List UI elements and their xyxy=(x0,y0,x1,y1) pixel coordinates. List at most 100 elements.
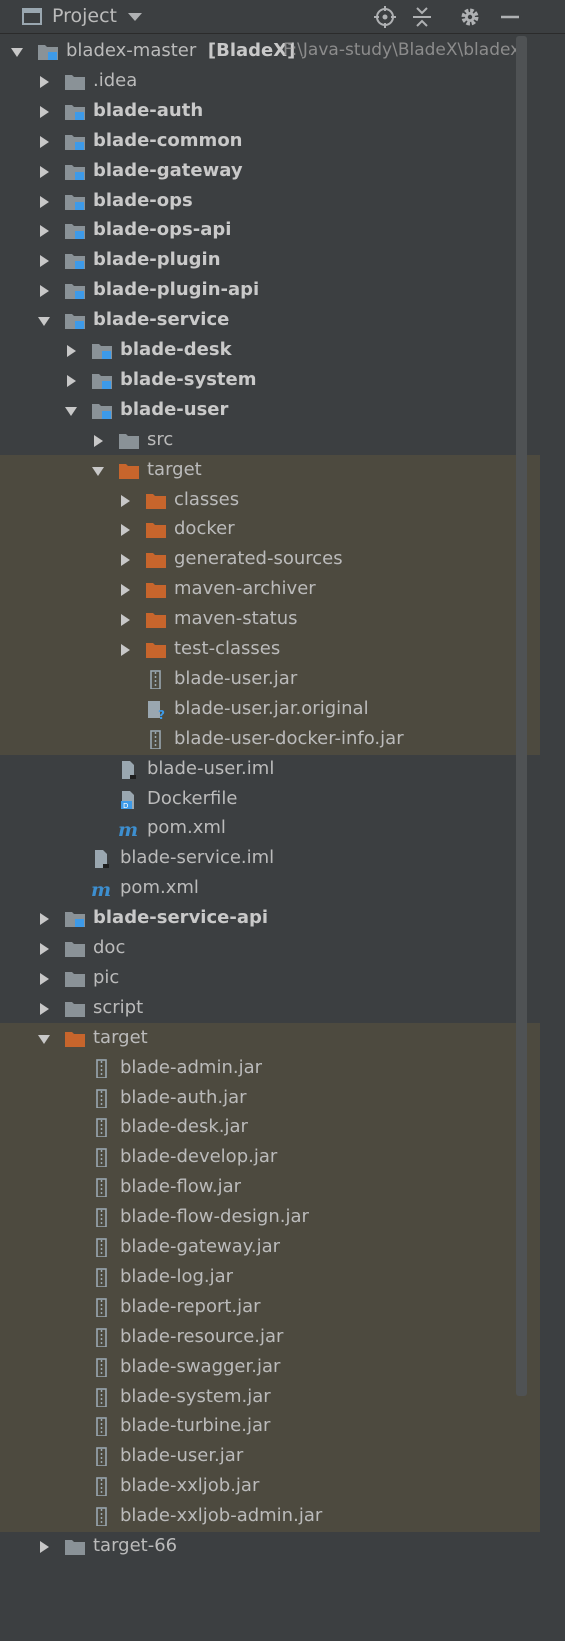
iml-file-icon xyxy=(95,850,109,868)
tree-item[interactable]: generated-sources xyxy=(0,544,540,575)
tree-item[interactable]: target-66 xyxy=(0,1531,540,1562)
tree-item[interactable]: blade-user.iml xyxy=(0,754,540,785)
excluded-folder-icon xyxy=(146,553,166,568)
tree-item[interactable]: blade-swagger.jar xyxy=(0,1352,540,1383)
collapsed-arrow-icon[interactable] xyxy=(40,943,49,955)
jar-file-icon xyxy=(96,1268,107,1287)
folder-icon xyxy=(65,1540,85,1555)
tree-item[interactable]: bladex-master [BladeX] F:\Java-study\Blade… xyxy=(0,36,540,67)
collapsed-arrow-icon[interactable] xyxy=(121,644,130,656)
collapsed-arrow-icon[interactable] xyxy=(40,913,49,925)
tree-item[interactable]: src xyxy=(0,425,540,456)
tree-item[interactable]: blade-admin.jar xyxy=(0,1053,540,1084)
collapse-all-icon[interactable] xyxy=(410,5,434,29)
tree-item[interactable]: script xyxy=(0,993,540,1024)
tree-item[interactable]: target xyxy=(0,1023,540,1054)
panel-title[interactable]: Project xyxy=(52,5,117,27)
tree-item[interactable]: target xyxy=(0,455,540,486)
tree-item[interactable]: blade-gateway.jar xyxy=(0,1232,540,1263)
collapsed-arrow-icon[interactable] xyxy=(40,136,49,148)
minimize-icon[interactable] xyxy=(498,5,522,29)
scrollbar-track[interactable] xyxy=(540,36,565,1641)
collapsed-arrow-icon[interactable] xyxy=(40,1003,49,1015)
tree-item[interactable]: blade-flow.jar xyxy=(0,1172,540,1203)
collapsed-arrow-icon[interactable] xyxy=(121,554,130,566)
project-tree[interactable]: bladex-master [BladeX] F:\Java-study\Blade… xyxy=(0,36,540,1641)
crosshair-icon[interactable] xyxy=(373,5,397,29)
tree-item[interactable]: blade-resource.jar xyxy=(0,1322,540,1353)
tree-item[interactable]: blade-xxljob.jar xyxy=(0,1471,540,1502)
tree-item[interactable]: blade-plugin-api xyxy=(0,275,540,306)
project-window-icon[interactable] xyxy=(22,8,42,25)
collapsed-arrow-icon[interactable] xyxy=(40,285,49,297)
tree-item[interactable]: D Dockerfile xyxy=(0,784,540,815)
tree-item[interactable]: blade-user.jar xyxy=(0,664,540,695)
expanded-arrow-icon[interactable] xyxy=(38,317,50,326)
tree-item[interactable]: blade-gateway xyxy=(0,156,540,187)
tree-item[interactable]: blade-ops xyxy=(0,186,540,217)
tree-item[interactable]: blade-xxljob-admin.jar xyxy=(0,1501,540,1532)
collapsed-arrow-icon[interactable] xyxy=(40,196,49,208)
tree-item[interactable]: blade-report.jar xyxy=(0,1292,540,1323)
collapsed-arrow-icon[interactable] xyxy=(40,973,49,985)
tree-item[interactable]: .idea xyxy=(0,66,540,97)
tree-item[interactable]: blade-develop.jar xyxy=(0,1142,540,1173)
chevron-down-icon[interactable] xyxy=(128,13,142,21)
tree-item[interactable]: pic xyxy=(0,963,540,994)
expanded-arrow-icon[interactable] xyxy=(11,48,23,57)
tree-item[interactable]: ? blade-user.jar.original xyxy=(0,694,540,725)
tree-item[interactable]: doc xyxy=(0,933,540,964)
collapsed-arrow-icon[interactable] xyxy=(121,614,130,626)
tree-item[interactable]: blade-user.jar xyxy=(0,1441,540,1472)
dockerfile-icon: D xyxy=(121,791,134,809)
tree-item[interactable]: blade-system xyxy=(0,365,540,396)
tree-item[interactable]: m pom.xml xyxy=(0,813,540,844)
collapsed-arrow-icon[interactable] xyxy=(40,166,49,178)
tree-item-label: blade-ops xyxy=(93,190,193,211)
tree-item[interactable]: maven-status xyxy=(0,604,540,635)
tree-item[interactable]: maven-archiver xyxy=(0,574,540,605)
tree-item[interactable]: blade-turbine.jar xyxy=(0,1411,540,1442)
tree-item[interactable]: blade-flow-design.jar xyxy=(0,1202,540,1233)
collapsed-arrow-icon[interactable] xyxy=(67,375,76,387)
collapsed-arrow-icon[interactable] xyxy=(40,76,49,88)
tree-item[interactable]: test-classes xyxy=(0,634,540,665)
module-folder-icon xyxy=(65,912,85,927)
collapsed-arrow-icon[interactable] xyxy=(40,1541,49,1553)
gear-icon[interactable] xyxy=(458,5,482,29)
tree-item[interactable]: blade-plugin xyxy=(0,245,540,276)
scrollbar-thumb[interactable] xyxy=(516,36,527,1396)
collapsed-arrow-icon[interactable] xyxy=(67,345,76,357)
collapsed-arrow-icon[interactable] xyxy=(121,524,130,536)
collapsed-arrow-icon[interactable] xyxy=(94,435,103,447)
tree-item[interactable]: blade-auth xyxy=(0,96,540,127)
collapsed-arrow-icon[interactable] xyxy=(40,225,49,237)
expanded-arrow-icon[interactable] xyxy=(92,467,104,476)
tree-item[interactable]: blade-auth.jar xyxy=(0,1083,540,1114)
tree-item[interactable]: blade-common xyxy=(0,126,540,157)
tree-item[interactable]: blade-log.jar xyxy=(0,1262,540,1293)
maven-pom-icon: m xyxy=(118,819,138,838)
collapsed-arrow-icon[interactable] xyxy=(40,106,49,118)
expanded-arrow-icon[interactable] xyxy=(65,407,77,416)
tree-item[interactable]: blade-desk xyxy=(0,335,540,366)
tree-item[interactable]: blade-user xyxy=(0,395,540,426)
tree-item[interactable]: blade-service-api xyxy=(0,903,540,934)
collapsed-arrow-icon[interactable] xyxy=(121,495,130,507)
tree-item[interactable]: blade-service xyxy=(0,305,540,336)
expanded-arrow-icon[interactable] xyxy=(38,1035,50,1044)
tree-item-label: blade-desk.jar xyxy=(120,1116,248,1137)
module-path: F:\Java-study\BladeX\bladex xyxy=(283,40,521,60)
collapsed-arrow-icon[interactable] xyxy=(40,255,49,267)
tree-item[interactable]: blade-system.jar xyxy=(0,1382,540,1413)
tree-item[interactable]: blade-user-docker-info.jar xyxy=(0,724,540,755)
tree-item[interactable]: blade-service.iml xyxy=(0,843,540,874)
tree-item[interactable]: blade-ops-api xyxy=(0,215,540,246)
tree-item[interactable]: m pom.xml xyxy=(0,873,540,904)
tree-item[interactable]: classes xyxy=(0,485,540,516)
module-folder-icon xyxy=(65,254,85,269)
collapsed-arrow-icon[interactable] xyxy=(121,584,130,596)
tree-item-label: test-classes xyxy=(174,638,281,659)
tree-item[interactable]: docker xyxy=(0,514,540,545)
tree-item[interactable]: blade-desk.jar xyxy=(0,1112,540,1143)
